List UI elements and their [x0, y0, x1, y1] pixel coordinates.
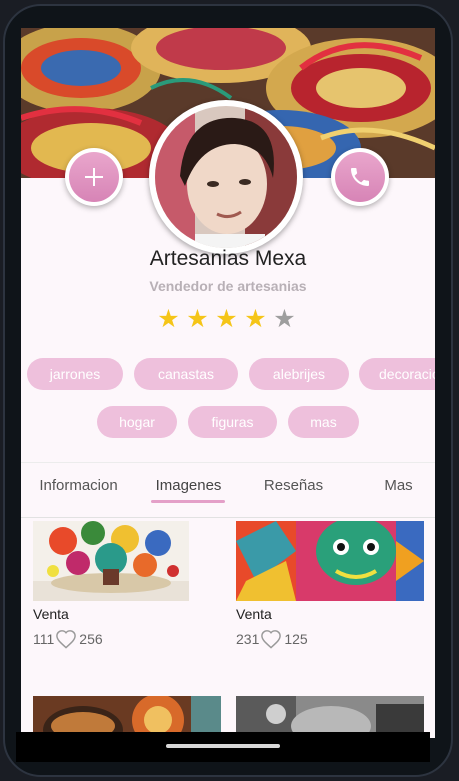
active-tab-indicator: [151, 500, 225, 503]
profile-screen: Artesanias Mexa Vendedor de artesanias ★…: [21, 28, 435, 738]
heart-icon[interactable]: [55, 629, 77, 649]
star-filled-icon: ★: [244, 305, 267, 333]
star-filled-icon: ★: [215, 305, 238, 333]
home-indicator[interactable]: [166, 744, 280, 748]
rating-stars: ★ ★ ★ ★ ★: [156, 306, 297, 332]
tag-chip-hogar[interactable]: hogar: [97, 406, 177, 438]
tag-chip-canastas[interactable]: canastas: [134, 358, 238, 390]
tab-informacion[interactable]: Informacion: [21, 463, 136, 517]
tag-chip-decoracion[interactable]: decoracion: [359, 358, 435, 390]
post-title-2: Venta: [236, 606, 272, 622]
star-filled-icon: ★: [157, 305, 180, 333]
post-stats-2: 231 125: [236, 629, 308, 649]
profile-subtitle: Vendedor de artesanias: [149, 278, 307, 294]
tab-bar: Informacion Imagenes Reseñas Mas: [21, 462, 435, 518]
post-image-1[interactable]: [33, 521, 189, 601]
phone-frame: Artesanias Mexa Vendedor de artesanias ★…: [3, 4, 453, 777]
post-stats-1: 111 256: [33, 629, 103, 649]
star-filled-icon: ★: [186, 305, 209, 333]
like-count-2: 125: [284, 631, 308, 647]
star-empty-icon: ★: [273, 305, 296, 333]
phone-icon: [351, 168, 369, 186]
post-title-1: Venta: [33, 606, 69, 622]
tab-mas[interactable]: Mas: [346, 463, 435, 517]
post-image-2[interactable]: [236, 521, 424, 601]
tab-resenas[interactable]: Reseñas: [241, 463, 346, 517]
heart-icon[interactable]: [260, 629, 282, 649]
avatar: [149, 100, 303, 254]
tag-chip-jarrones[interactable]: jarrones: [27, 358, 123, 390]
profile-name: Artesanias Mexa: [149, 247, 307, 270]
comment-count-1: 111: [33, 631, 55, 647]
system-navigation-bar: [16, 732, 430, 762]
plus-icon: [85, 168, 103, 186]
like-count-1: 256: [79, 631, 103, 647]
comment-count-2: 231: [236, 631, 260, 647]
tab-imagenes[interactable]: Imagenes: [136, 463, 241, 517]
tag-chip-mas[interactable]: mas: [288, 406, 359, 438]
tag-chip-figuras[interactable]: figuras: [188, 406, 277, 438]
call-button[interactable]: [331, 148, 389, 206]
tag-chip-alebrijes[interactable]: alebrijes: [249, 358, 349, 390]
add-button[interactable]: [65, 148, 123, 206]
